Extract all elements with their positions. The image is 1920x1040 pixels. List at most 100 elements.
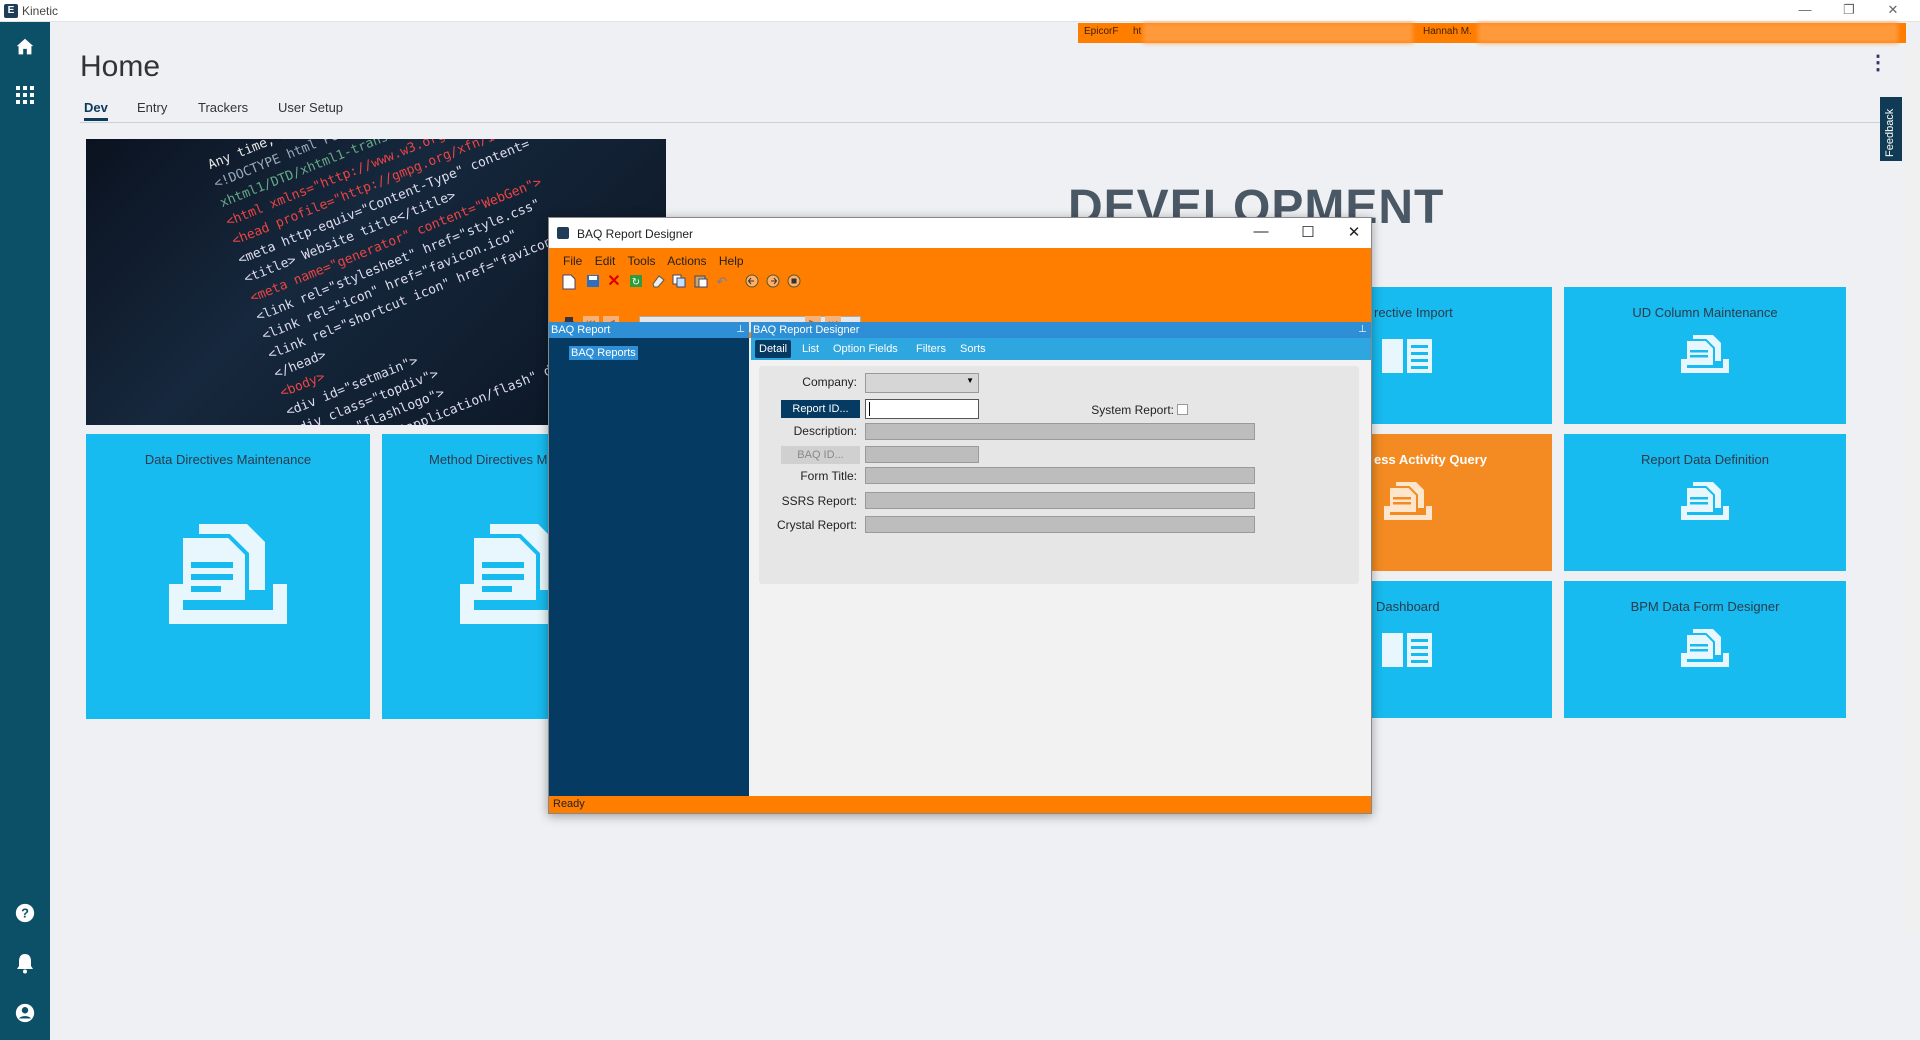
more-options-icon[interactable]: ⋮ — [1868, 53, 1888, 73]
feedback-button[interactable]: Feedback — [1880, 97, 1902, 161]
tile-label: Dashboard — [1376, 599, 1440, 614]
delete-icon[interactable]: ✕ — [606, 274, 622, 290]
tile-label: Method Directives M — [429, 452, 548, 467]
tab-option-fields[interactable]: Option Fields — [833, 343, 898, 355]
sidebar: ? — [0, 22, 50, 1040]
tile-report-data-definition[interactable]: Report Data Definition — [1564, 434, 1846, 571]
tab-detail[interactable]: Detail — [755, 340, 792, 358]
baq-report-tree-pane: BAQ Report ⊥ BAQ Reports — [549, 322, 749, 796]
designer-pane-header: BAQ Report Designer ⊥ — [751, 322, 1371, 338]
documents-tray-icon — [169, 520, 287, 633]
tile-directive-import[interactable]: rective Import — [1372, 287, 1552, 424]
save-icon[interactable] — [585, 274, 601, 290]
clear-eraser-icon[interactable] — [650, 274, 666, 290]
tab-list[interactable]: List — [802, 343, 819, 355]
ssrs-report-label: SSRS Report: — [781, 494, 857, 508]
tile-label: Data Directives Maintenance — [144, 452, 312, 467]
tile-label: UD Column Maintenance — [1632, 305, 1778, 320]
dialog-titlebar: BAQ Report Designer — ☐ ✕ — [549, 218, 1371, 248]
tile-business-activity-query[interactable]: ess Activity Query — [1372, 434, 1552, 571]
undo-icon[interactable]: ↶ — [714, 274, 730, 290]
tile-bpm-data-form-designer[interactable]: BPM Data Form Designer — [1564, 581, 1846, 718]
tile-data-directives[interactable]: Data Directives Maintenance — [86, 434, 370, 719]
svg-text:?: ? — [21, 906, 29, 921]
apps-grid-icon[interactable] — [13, 85, 37, 109]
menu-file[interactable]: File — [563, 254, 582, 268]
dialog-title: BAQ Report Designer — [577, 227, 694, 241]
crystal-report-label: Crystal Report: — [776, 518, 857, 532]
menu-actions[interactable]: Actions — [667, 254, 706, 268]
menu-edit[interactable]: Edit — [595, 254, 616, 268]
feedback-label: Feedback — [1884, 108, 1896, 157]
baq-report-designer-dialog: BAQ Report Designer — ☐ ✕ File Edit Tool… — [548, 217, 1372, 814]
home-icon[interactable] — [13, 36, 37, 60]
baq-report-designer-pane: BAQ Report Designer ⊥ Detail List Option… — [751, 322, 1371, 796]
pin-icon[interactable]: ⊥ — [736, 322, 745, 338]
ssrs-report-input[interactable] — [865, 492, 1255, 509]
report-id-button[interactable]: Report ID... — [781, 400, 860, 418]
tile-ud-column-maintenance[interactable]: UD Column Maintenance — [1564, 287, 1846, 424]
page-scrollbar[interactable] — [1904, 45, 1920, 933]
tile-method-directives[interactable]: Method Directives M — [382, 434, 550, 719]
form-title-input[interactable] — [865, 467, 1255, 484]
tree-pane-title: BAQ Report — [551, 324, 611, 336]
back-circle-icon[interactable] — [744, 274, 760, 290]
stop-circle-icon[interactable] — [786, 274, 802, 290]
documents-tray-icon — [1384, 480, 1432, 525]
designer-subtabs: Detail List Option Fields Filters Sorts — [751, 338, 1371, 360]
redacted-region — [1478, 23, 1898, 43]
menu-help[interactable]: Help — [719, 254, 744, 268]
documents-tray-icon — [1681, 627, 1729, 672]
tab-divider — [80, 122, 1900, 123]
book-icon — [1382, 339, 1432, 376]
notifications-bell-icon[interactable] — [13, 952, 37, 976]
designer-pane-title: BAQ Report Designer — [753, 324, 860, 336]
new-icon[interactable] — [561, 274, 577, 290]
dialog-maximize-button[interactable]: ☐ — [1296, 223, 1320, 241]
company-dropdown[interactable]: ▼ — [865, 373, 979, 393]
status-bar: Ready — [549, 796, 1371, 813]
env-url: ht — [1133, 26, 1142, 37]
documents-tray-icon — [1681, 333, 1729, 378]
help-icon[interactable]: ? — [13, 902, 37, 926]
company-label: Company: — [802, 375, 857, 389]
tab-trackers[interactable]: Trackers — [198, 100, 248, 115]
forward-circle-icon[interactable] — [765, 274, 781, 290]
tab-entry[interactable]: Entry — [137, 100, 167, 115]
close-button[interactable]: ✕ — [1873, 2, 1913, 20]
tab-filters[interactable]: Filters — [916, 343, 946, 355]
detail-form: Company: ▼ Report ID... System Report: D… — [759, 366, 1359, 584]
tile-label: ess Activity Query — [1374, 452, 1487, 467]
tab-dev[interactable]: Dev — [84, 100, 108, 121]
tab-user-setup[interactable]: User Setup — [278, 100, 343, 115]
redacted-region — [1143, 23, 1413, 43]
window-title: Kinetic — [22, 4, 59, 18]
env-company: EpicorF — [1084, 26, 1119, 37]
pin-icon[interactable]: ⊥ — [1358, 322, 1367, 338]
description-input[interactable] — [865, 423, 1255, 440]
tree-node-baq-reports[interactable]: BAQ Reports — [569, 346, 638, 360]
crystal-report-input[interactable] — [865, 516, 1255, 533]
report-id-input[interactable] — [865, 399, 979, 419]
baq-id-input[interactable] — [865, 446, 979, 463]
restore-button[interactable]: ❐ — [1829, 2, 1869, 20]
minimize-button[interactable]: — — [1785, 2, 1825, 20]
text-cursor — [869, 402, 870, 416]
dialog-minimize-button[interactable]: — — [1249, 223, 1273, 240]
baq-id-button[interactable]: BAQ ID... — [781, 446, 860, 464]
page-title: Home — [80, 50, 161, 83]
tile-dashboard[interactable]: Dashboard — [1372, 581, 1552, 718]
kinetic-logo-icon: E — [4, 4, 18, 18]
paste-icon[interactable] — [693, 274, 709, 290]
tree-pane-header: BAQ Report ⊥ — [549, 322, 749, 338]
dialog-close-button[interactable]: ✕ — [1342, 223, 1366, 241]
tile-label: Report Data Definition — [1641, 452, 1769, 467]
copy-icon[interactable] — [671, 274, 687, 290]
book-icon — [1382, 633, 1432, 670]
tab-sorts[interactable]: Sorts — [960, 343, 986, 355]
env-user: Hannah M. — [1423, 26, 1472, 37]
user-account-icon[interactable] — [13, 1002, 37, 1026]
menu-tools[interactable]: Tools — [628, 254, 656, 268]
system-report-checkbox[interactable] — [1177, 404, 1188, 415]
refresh-icon[interactable]: ↻ — [628, 274, 644, 290]
